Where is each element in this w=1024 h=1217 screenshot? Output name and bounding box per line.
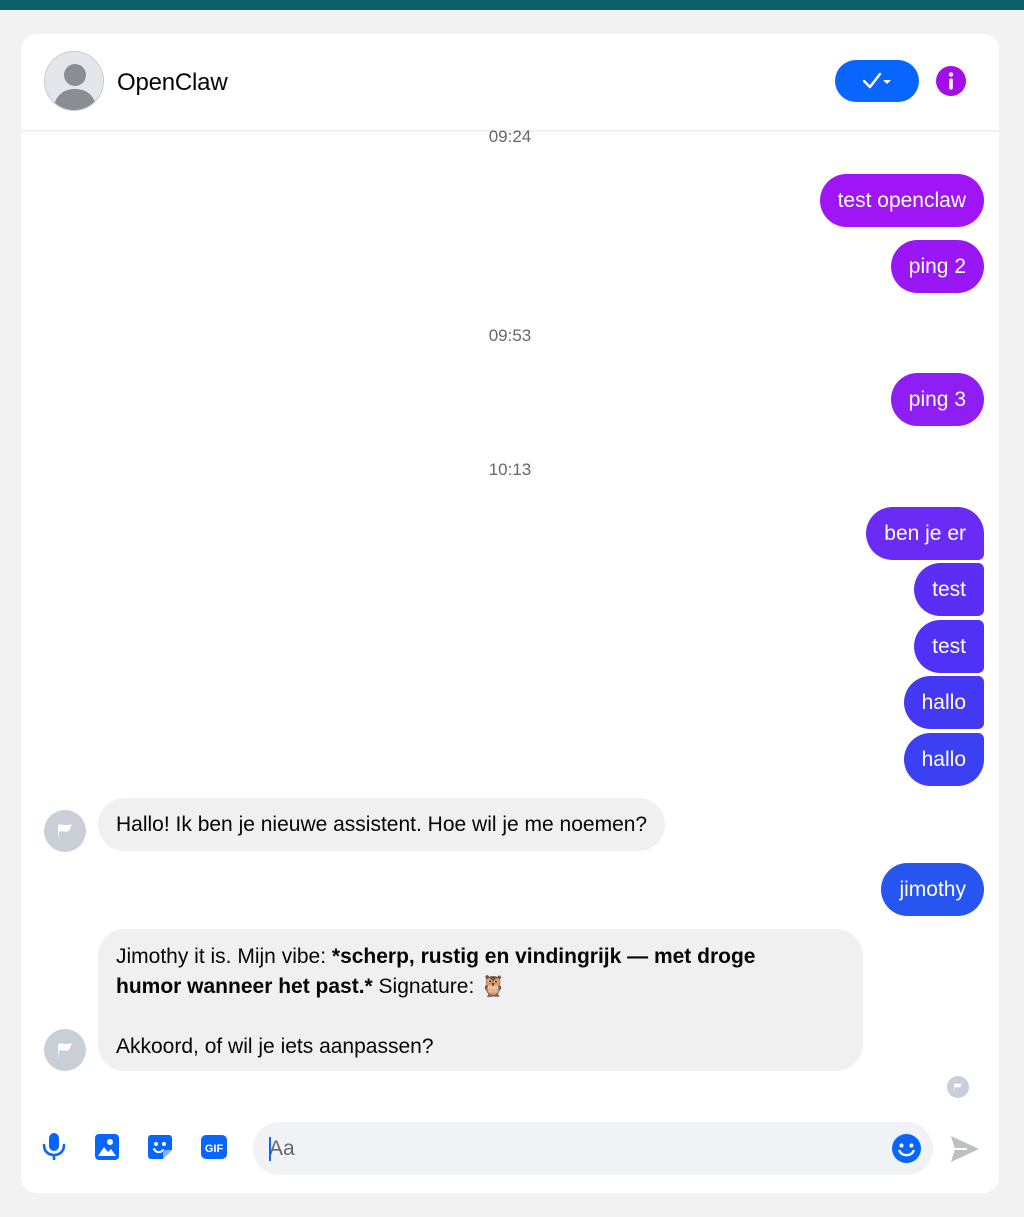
outgoing-message[interactable]: jimothy (881, 863, 984, 916)
smiley-icon (892, 1134, 921, 1163)
default-user-icon (53, 64, 97, 110)
incoming-message-long[interactable]: Jimothy it is. Mijn vibe: *scherp, rusti… (98, 929, 863, 1071)
chat-header: OpenClaw (21, 34, 999, 130)
sticker-button[interactable] (146, 1132, 174, 1162)
timestamp: 09:53 (488, 326, 532, 345)
outgoing-message[interactable]: ping 3 (890, 373, 984, 426)
message-line: humor wanneer het past.* Signature: 🦉 (116, 972, 845, 1002)
outgoing-message[interactable]: test openclaw (819, 174, 984, 227)
send-icon (951, 1136, 979, 1162)
sender-avatar (44, 1029, 86, 1071)
text-caret (269, 1137, 271, 1161)
timestamp: 10:13 (488, 460, 532, 479)
contact-avatar[interactable] (44, 51, 104, 111)
gif-button[interactable]: GIF (200, 1132, 228, 1162)
message-text: Signature: 🦉 (372, 975, 507, 998)
message-bold-text: *scherp, rustig en vindingrijk — met dro… (331, 945, 756, 968)
message-bold-text: humor wanneer het past.* (116, 975, 373, 998)
attach-image-button[interactable] (93, 1132, 121, 1162)
timestamp: 09:24 (488, 127, 532, 146)
checkmark-dropdown-icon (862, 72, 891, 89)
image-icon (95, 1134, 119, 1160)
sticker-icon (148, 1135, 172, 1159)
info-button[interactable] (935, 65, 967, 97)
flag-icon (954, 1083, 962, 1092)
window-top-strip (0, 0, 1024, 10)
message-list[interactable]: 09:24 test openclaw ping 2 09:53 ping 3 … (21, 127, 999, 1098)
outgoing-message[interactable]: ben je er (866, 507, 984, 560)
chat-window: OpenClaw 09:24 test openclaw ping 2 09:5… (21, 34, 999, 1193)
emoji-button[interactable] (891, 1133, 922, 1164)
outgoing-message[interactable]: test (914, 563, 984, 616)
microphone-icon (42, 1133, 66, 1160)
info-icon (936, 66, 966, 96)
outgoing-message[interactable]: ping 2 (890, 240, 984, 293)
gif-icon: GIF (201, 1135, 227, 1159)
voice-clip-button[interactable] (40, 1132, 68, 1162)
gif-label: GIF (205, 1143, 224, 1155)
send-button[interactable] (949, 1134, 981, 1164)
message-input-box[interactable] (253, 1122, 933, 1175)
contact-name[interactable]: OpenClaw (117, 69, 228, 97)
flag-icon (58, 1043, 72, 1059)
sender-avatar (44, 810, 86, 852)
message-text: Jimothy it is. Mijn vibe: (116, 945, 332, 968)
message-input[interactable] (269, 1122, 869, 1175)
message-line: Jimothy it is. Mijn vibe: *scherp, rusti… (116, 942, 845, 972)
message-composer: GIF (21, 1120, 999, 1180)
outgoing-message[interactable]: test (914, 620, 984, 673)
read-status-button[interactable] (835, 60, 919, 102)
outgoing-message[interactable]: hallo (903, 733, 984, 786)
seen-indicator-avatar (947, 1076, 969, 1098)
flag-icon (58, 824, 72, 840)
message-text: Akkoord, of wil je iets aanpassen? (116, 1035, 434, 1058)
outgoing-message[interactable]: hallo (903, 676, 984, 729)
incoming-message[interactable]: Hallo! Ik ben je nieuwe assistent. Hoe w… (98, 798, 666, 851)
